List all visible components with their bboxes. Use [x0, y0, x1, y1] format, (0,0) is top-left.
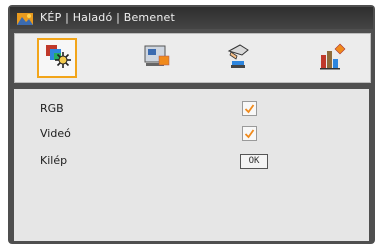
- video-checkbox[interactable]: [242, 126, 257, 141]
- tab-image-settings[interactable]: [37, 38, 77, 78]
- tab-options[interactable]: [311, 38, 351, 78]
- page-title: KÉP | Haladó | Bemenet: [40, 11, 175, 24]
- rgb-checkbox[interactable]: [242, 101, 257, 116]
- exit-label: Kilép: [40, 154, 68, 167]
- setup-hand-icon: [222, 41, 252, 75]
- rgb-label: RGB: [40, 102, 64, 115]
- display-screen-icon: [142, 42, 172, 74]
- video-label: Videó: [40, 127, 71, 140]
- tab-setup[interactable]: [217, 38, 257, 78]
- osd-menu: KÉP | Haladó | Bemenet RGB Videó Kilép O…: [8, 5, 375, 244]
- title-bar: KÉP | Haladó | Bemenet: [10, 7, 373, 29]
- ok-button[interactable]: OK: [240, 154, 268, 169]
- menu-tab-bar: [14, 33, 371, 83]
- image-folder-icon: [16, 10, 36, 26]
- image-settings-icon: [43, 42, 71, 74]
- options-chart-icon: [316, 41, 346, 75]
- settings-panel: RGB Videó Kilép OK: [14, 89, 369, 241]
- tab-display[interactable]: [137, 38, 177, 78]
